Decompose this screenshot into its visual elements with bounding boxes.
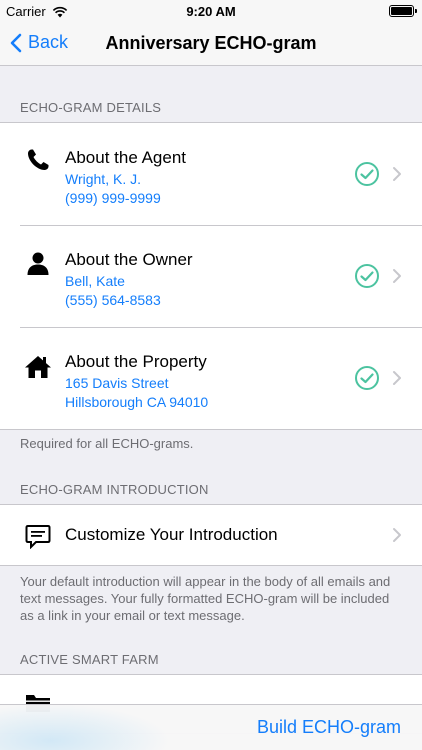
cell-about-agent[interactable]: About the Agent Wright, K. J. (999) 999-… [0,123,422,225]
details-group: About the Agent Wright, K. J. (999) 999-… [0,122,422,430]
bottom-toolbar: Build ECHO-gram [0,704,422,750]
check-circle-icon [355,366,379,390]
introduction-footer: Your default introduction will appear in… [20,574,391,623]
details-footer: Required for all ECHO-grams. [20,436,194,451]
toolbar-glow [0,704,170,750]
house-icon [24,353,52,381]
section-header-introduction: ECHO-GRAM INTRODUCTION [20,482,209,497]
cell-customize-introduction[interactable]: Customize Your Introduction [0,505,422,565]
build-echo-gram-button[interactable]: Build ECHO-gram [257,717,401,738]
chevron-right-icon [393,269,401,283]
owner-name: Bell, Kate [65,273,125,289]
speech-bubble-icon [24,522,52,550]
introduction-group: Customize Your Introduction [0,504,422,566]
owner-title: About the Owner [65,250,193,269]
agent-title: About the Agent [65,148,186,167]
status-time: 9:20 AM [186,4,236,19]
status-bar: Carrier 9:20 AM [0,0,422,22]
chevron-right-icon [393,528,401,542]
cell-about-property[interactable]: About the Property 165 Davis Street Hill… [0,327,422,429]
cell-about-owner[interactable]: About the Owner Bell, Kate (555) 564-858… [0,225,422,327]
section-header-smart-farm: ACTIVE SMART FARM [20,652,159,667]
property-title: About the Property [65,352,207,371]
check-circle-icon [355,162,379,186]
chevron-right-icon [393,167,401,181]
owner-phone: (555) 564-8583 [65,292,161,308]
phone-icon [24,146,52,174]
check-circle-icon [355,264,379,288]
person-icon [24,249,52,277]
battery-icon [389,5,417,17]
agent-name: Wright, K. J. [65,171,141,187]
page-title: Anniversary ECHO-gram [105,33,317,53]
agent-phone: (999) 999-9999 [65,190,161,206]
property-city: Hillsborough CA 94010 [65,394,209,410]
chevron-right-icon [393,371,401,385]
property-street: 165 Davis Street [65,375,169,391]
navigation-bar: Back Anniversary ECHO-gram [0,22,422,66]
section-header-details: ECHO-GRAM DETAILS [20,100,162,115]
introduction-title: Customize Your Introduction [65,525,278,544]
